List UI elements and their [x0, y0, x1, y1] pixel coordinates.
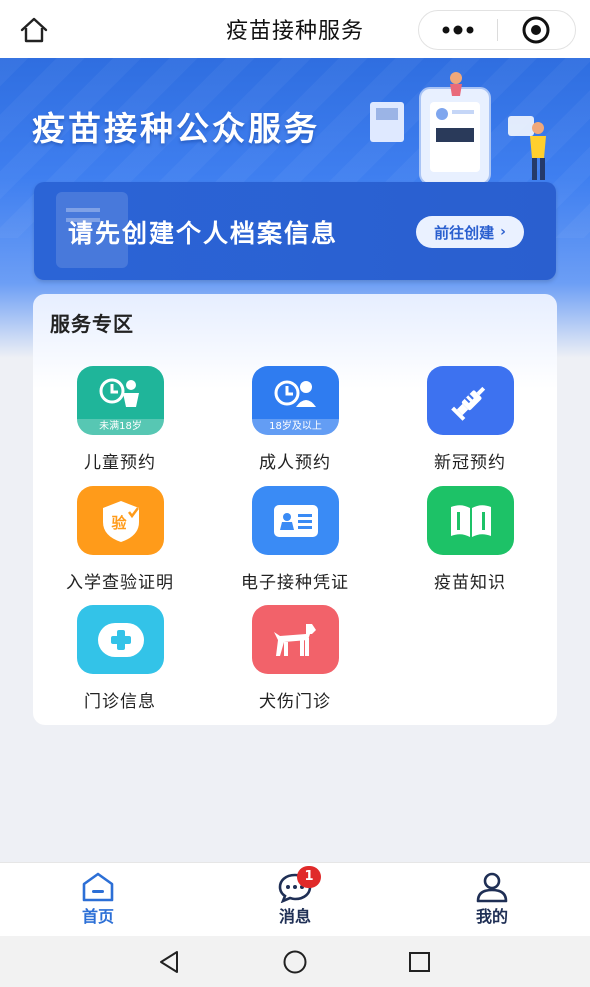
service-vaccine-knowledge[interactable]: 疫苗知识: [385, 486, 555, 596]
home-tab-icon: [80, 871, 116, 903]
system-navigation-bar: [0, 936, 590, 987]
mini-program-capsule: [418, 10, 576, 50]
service-label: 成人预约: [259, 453, 331, 473]
service-label: 门诊信息: [84, 692, 156, 712]
service-covid-appointment[interactable]: 新冠预约: [385, 366, 555, 476]
medical-cross-icon: [77, 605, 164, 674]
id-card-icon: [252, 486, 339, 555]
page-title: 疫苗接种服务: [225, 19, 364, 44]
shield-check-icon: 验: [77, 486, 164, 555]
create-profile-label: 前往创建: [434, 223, 495, 242]
service-label: 入学查验证明: [66, 573, 174, 593]
service-clinic-info[interactable]: 门诊信息: [35, 605, 205, 715]
section-title: 服务专区: [50, 312, 134, 336]
chevron-right-icon: ›: [500, 224, 506, 240]
back-triangle-icon[interactable]: [155, 948, 183, 976]
adult-icon: 18岁及以上: [252, 366, 339, 435]
services-section: 服务专区 未满18岁 儿童预约 18岁及以上 成人预约 新冠预约 验 入学查验证…: [33, 294, 557, 725]
top-bar: 疫苗接种服务: [0, 0, 590, 58]
home-circle-icon[interactable]: [281, 948, 309, 976]
target-icon[interactable]: [498, 11, 576, 49]
home-icon[interactable]: [18, 14, 50, 46]
banner-headline: 疫苗接种公众服务: [32, 109, 320, 148]
child-icon: 未满18岁: [77, 366, 164, 435]
tab-home[interactable]: 首页: [38, 863, 158, 937]
recents-square-icon[interactable]: [406, 948, 434, 976]
bottom-tab-bar: 首页 1 消息 我的: [0, 862, 590, 936]
more-dots-icon[interactable]: [419, 11, 497, 49]
service-electronic-certificate[interactable]: 电子接种凭证: [210, 486, 380, 596]
unread-badge: 1: [297, 866, 321, 888]
tab-label: 我的: [475, 907, 508, 926]
service-label: 电子接种凭证: [241, 573, 349, 593]
service-child-appointment[interactable]: 未满18岁 儿童预约: [35, 366, 205, 476]
service-label: 儿童预约: [84, 453, 156, 473]
service-adult-appointment[interactable]: 18岁及以上 成人预约: [210, 366, 380, 476]
create-profile-card[interactable]: 请先创建个人档案信息 前往创建 ›: [34, 182, 556, 280]
service-school-certificate[interactable]: 验 入学查验证明: [35, 486, 205, 596]
service-dog-bite-clinic[interactable]: 犬伤门诊: [210, 605, 380, 715]
child-age-badge: 未满18岁: [77, 419, 164, 435]
user-icon: [474, 871, 510, 903]
tab-label: 消息: [278, 907, 311, 926]
create-profile-button[interactable]: 前往创建 ›: [416, 216, 524, 248]
adult-age-badge: 18岁及以上: [252, 419, 339, 435]
profile-prompt: 请先创建个人档案信息: [68, 219, 339, 248]
service-label: 犬伤门诊: [259, 692, 331, 712]
svg-text:验: 验: [111, 514, 127, 532]
syringe-icon: [427, 366, 514, 435]
tab-profile[interactable]: 我的: [432, 863, 552, 937]
tab-messages[interactable]: 1 消息: [235, 863, 355, 937]
tab-label: 首页: [81, 907, 114, 926]
phone-illustration: [360, 66, 560, 186]
service-label: 新冠预约: [434, 453, 506, 473]
dog-icon: [252, 605, 339, 674]
service-label: 疫苗知识: [434, 573, 506, 593]
book-icon: [427, 486, 514, 555]
